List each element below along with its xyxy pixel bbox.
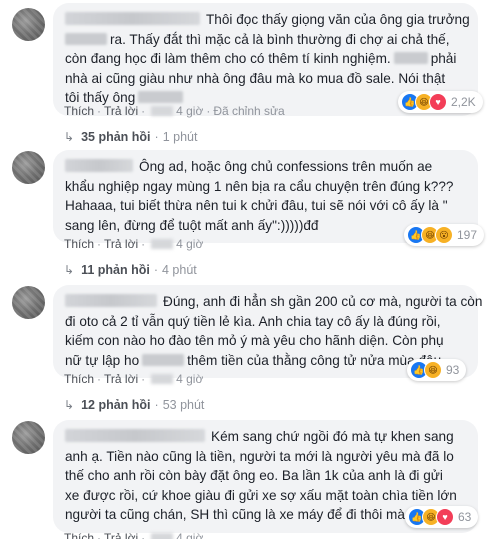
blurred-text bbox=[142, 353, 185, 366]
comment-line: còn đang học đi làm thêm cho có thêm tí … bbox=[65, 51, 457, 66]
comment-3: Đúng, anh đi hẳn sh gần 200 củ cơ mà, ng… bbox=[0, 282, 501, 417]
view-replies[interactable]: ↳ 35 phản hồi · 1 phút bbox=[64, 130, 197, 144]
like-link[interactable]: Thích bbox=[64, 531, 94, 539]
avatar[interactable] bbox=[12, 8, 45, 41]
view-replies[interactable]: ↳ 11 phản hồi · 4 phút bbox=[64, 263, 197, 277]
comment-actions: Thích · Trả lời · 4 giờ bbox=[64, 372, 204, 386]
timestamp[interactable]: 4 giờ bbox=[176, 531, 203, 539]
comment-line: nữ tự lập ho thêm tiền của thằng công tử … bbox=[65, 352, 442, 368]
replies-time: 1 phút bbox=[162, 130, 198, 144]
love-reaction-icon: ♥ bbox=[429, 93, 447, 111]
wow-reaction-icon: 😮 bbox=[435, 226, 453, 244]
reactions-summary[interactable]: 👍 😆 ♥ 63 bbox=[405, 506, 479, 528]
reply-arrow-icon: ↳ bbox=[64, 130, 75, 144]
love-reaction-icon: ♥ bbox=[436, 508, 454, 526]
reply-link[interactable]: Trả lời bbox=[104, 372, 138, 386]
reply-link[interactable]: Trả lời bbox=[104, 104, 138, 118]
reply-link[interactable]: Trả lời bbox=[104, 531, 138, 539]
avatar[interactable] bbox=[12, 151, 45, 184]
like-link[interactable]: Thích bbox=[64, 372, 94, 386]
haha-reaction-icon: 😆 bbox=[424, 361, 442, 379]
blurred-author-name[interactable] bbox=[65, 294, 157, 307]
replies-time: 4 phút bbox=[162, 263, 197, 277]
comment-line: ra. Thấy đắt thì mặc cả là bình thường đ… bbox=[65, 30, 466, 50]
blurred-text bbox=[393, 52, 428, 64]
blurred-author-name[interactable] bbox=[65, 159, 133, 172]
comment-line: kiếm con nào ho đào tên mỏ ý mà yêu cho … bbox=[65, 333, 444, 348]
comment-actions: Thích · Trả lời · 4 giờ bbox=[64, 531, 203, 539]
comment-line: Ông ad, hoặc ông chủ confessions trên mu… bbox=[65, 157, 466, 177]
comment-line: thế cho anh rồi còn bày đặt ông eo. Ba l… bbox=[65, 468, 443, 483]
comment-actions: Thích · Trả lời · 4 giờ · Đã chỉnh sửa bbox=[64, 104, 285, 118]
comment-4: Kém sang chứ ngồi đó mà tự khen sang anh… bbox=[0, 417, 501, 539]
comment-2: Ông ad, hoặc ông chủ confessions trên mu… bbox=[0, 147, 501, 282]
reactions-summary[interactable]: 👍 😆 ♥ 2,2K bbox=[398, 91, 483, 113]
comment-line: Hahaaa, tui biết thừa nên tui k chửi đâu… bbox=[65, 198, 448, 213]
blurred-text bbox=[151, 106, 174, 116]
comment-line: Đúng, anh đi hẳn sh gần 200 củ cơ mà, ng… bbox=[65, 292, 482, 312]
comment-line: nhà ai cũng giàu như nhà ông đâu mà ko m… bbox=[65, 70, 446, 86]
blurred-text bbox=[65, 32, 107, 45]
reply-arrow-icon: ↳ bbox=[64, 263, 75, 277]
replies-time: 53 phút bbox=[162, 398, 205, 412]
reaction-count: 2,2K bbox=[451, 95, 476, 109]
like-link[interactable]: Thích bbox=[64, 237, 94, 251]
blurred-text bbox=[151, 374, 174, 384]
reply-arrow-icon: ↳ bbox=[64, 398, 75, 412]
timestamp[interactable]: 4 giờ bbox=[176, 104, 203, 118]
avatar[interactable] bbox=[12, 421, 45, 454]
comment-1: Thôi đọc thấy giọng văn của ông gia trưở… bbox=[0, 0, 501, 147]
replies-count[interactable]: 12 phản hồi bbox=[81, 398, 150, 412]
avatar[interactable] bbox=[12, 286, 45, 319]
comment-line: Kém sang chứ ngồi đó mà tự khen sang bbox=[65, 427, 466, 447]
reaction-count: 197 bbox=[457, 228, 478, 242]
comment-actions: Thích · Trả lời · 4 giờ bbox=[64, 237, 204, 251]
comment-line: anh ạ. Tiền nào cũng là tiền, người ta m… bbox=[65, 448, 454, 464]
blurred-text bbox=[151, 239, 174, 249]
like-link[interactable]: Thích bbox=[64, 104, 94, 118]
timestamp[interactable]: 4 giờ bbox=[176, 372, 203, 386]
comment-line: Thôi đọc thấy giọng văn của ông gia trưở… bbox=[65, 10, 470, 30]
blurred-text bbox=[151, 533, 174, 539]
edited-label[interactable]: Đã chỉnh sửa bbox=[213, 104, 284, 118]
blurred-text bbox=[138, 91, 184, 103]
reactions-summary[interactable]: 👍 😆 😮 197 bbox=[404, 224, 485, 246]
blurred-author-name[interactable] bbox=[65, 12, 200, 25]
comment-line: xe được rồi, cứ khoe giàu đi gửi xe sợ x… bbox=[65, 487, 457, 503]
replies-count[interactable]: 11 phản hồi bbox=[81, 263, 150, 277]
reply-link[interactable]: Trả lời bbox=[104, 237, 138, 251]
timestamp[interactable]: 4 giờ bbox=[176, 237, 203, 251]
blurred-author-name[interactable] bbox=[65, 429, 205, 442]
comment-line: khẩu nghiệp ngay mùng 1 nên bịa ra cẩu c… bbox=[65, 178, 454, 194]
replies-count[interactable]: 35 phản hồi bbox=[81, 130, 150, 144]
view-replies[interactable]: ↳ 12 phản hồi · 53 phút bbox=[64, 398, 204, 412]
comment-line: đi oto cả 2 tỉ vẫn quý tiền lẻ kìa. Anh … bbox=[65, 313, 441, 329]
reactions-summary[interactable]: 👍 😆 93 bbox=[407, 359, 467, 381]
reaction-count: 63 bbox=[458, 510, 472, 524]
reaction-count: 93 bbox=[446, 363, 460, 377]
